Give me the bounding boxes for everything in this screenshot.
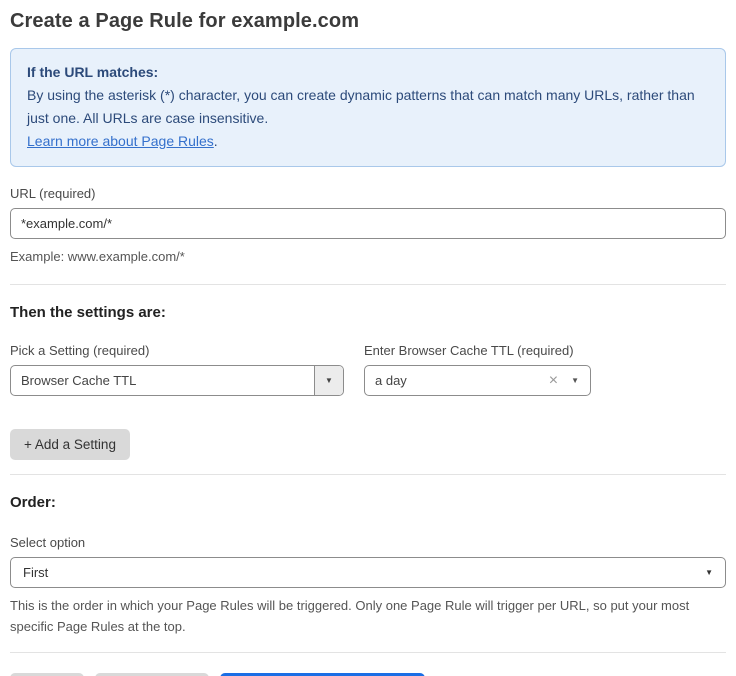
url-match-info-box: If the URL matches: By using the asteris…	[10, 48, 726, 167]
url-input[interactable]	[10, 208, 726, 239]
link-suffix: .	[214, 133, 218, 149]
add-setting-button[interactable]: + Add a Setting	[10, 429, 130, 460]
divider	[10, 474, 726, 475]
info-box-heading: If the URL matches:	[27, 61, 709, 84]
divider	[10, 284, 726, 285]
info-box-link-line: Learn more about Page Rules.	[27, 130, 709, 153]
chevron-down-icon: ▼	[705, 568, 713, 577]
order-section-heading: Order:	[10, 494, 726, 511]
order-select[interactable]: First ▼	[10, 557, 726, 588]
setting-select[interactable]: Browser Cache TTL ▼	[10, 365, 344, 396]
page-title: Create a Page Rule for example.com	[10, 10, 726, 33]
settings-row: Pick a Setting (required) Browser Cache …	[10, 343, 726, 396]
ttl-select-value: a day	[365, 373, 549, 388]
ttl-picker-column: Enter Browser Cache TTL (required) a day…	[364, 343, 591, 396]
info-box-body: By using the asterisk (*) character, you…	[27, 84, 702, 130]
setting-select-value: Browser Cache TTL	[11, 373, 314, 388]
close-icon[interactable]: ×	[549, 373, 558, 389]
url-label: URL (required)	[10, 186, 726, 201]
chevron-down-icon[interactable]: ▼	[571, 376, 579, 385]
order-select-label: Select option	[10, 535, 726, 550]
setting-picker-column: Pick a Setting (required) Browser Cache …	[10, 343, 344, 396]
create-page-rule-panel: Create a Page Rule for example.com If th…	[0, 0, 736, 676]
ttl-select[interactable]: a day × ▼	[364, 365, 591, 396]
order-select-value: First	[11, 565, 705, 580]
setting-picker-label: Pick a Setting (required)	[10, 343, 344, 358]
divider	[10, 652, 726, 653]
url-helper-text: Example: www.example.com/*	[10, 246, 726, 267]
ttl-label: Enter Browser Cache TTL (required)	[364, 343, 591, 358]
chevron-down-icon[interactable]: ▼	[314, 366, 343, 395]
order-helper-text: This is the order in which your Page Rul…	[10, 595, 726, 637]
url-field-block: URL (required) Example: www.example.com/…	[10, 186, 726, 267]
settings-section-heading: Then the settings are:	[10, 304, 726, 321]
learn-more-link[interactable]: Learn more about Page Rules	[27, 133, 214, 149]
